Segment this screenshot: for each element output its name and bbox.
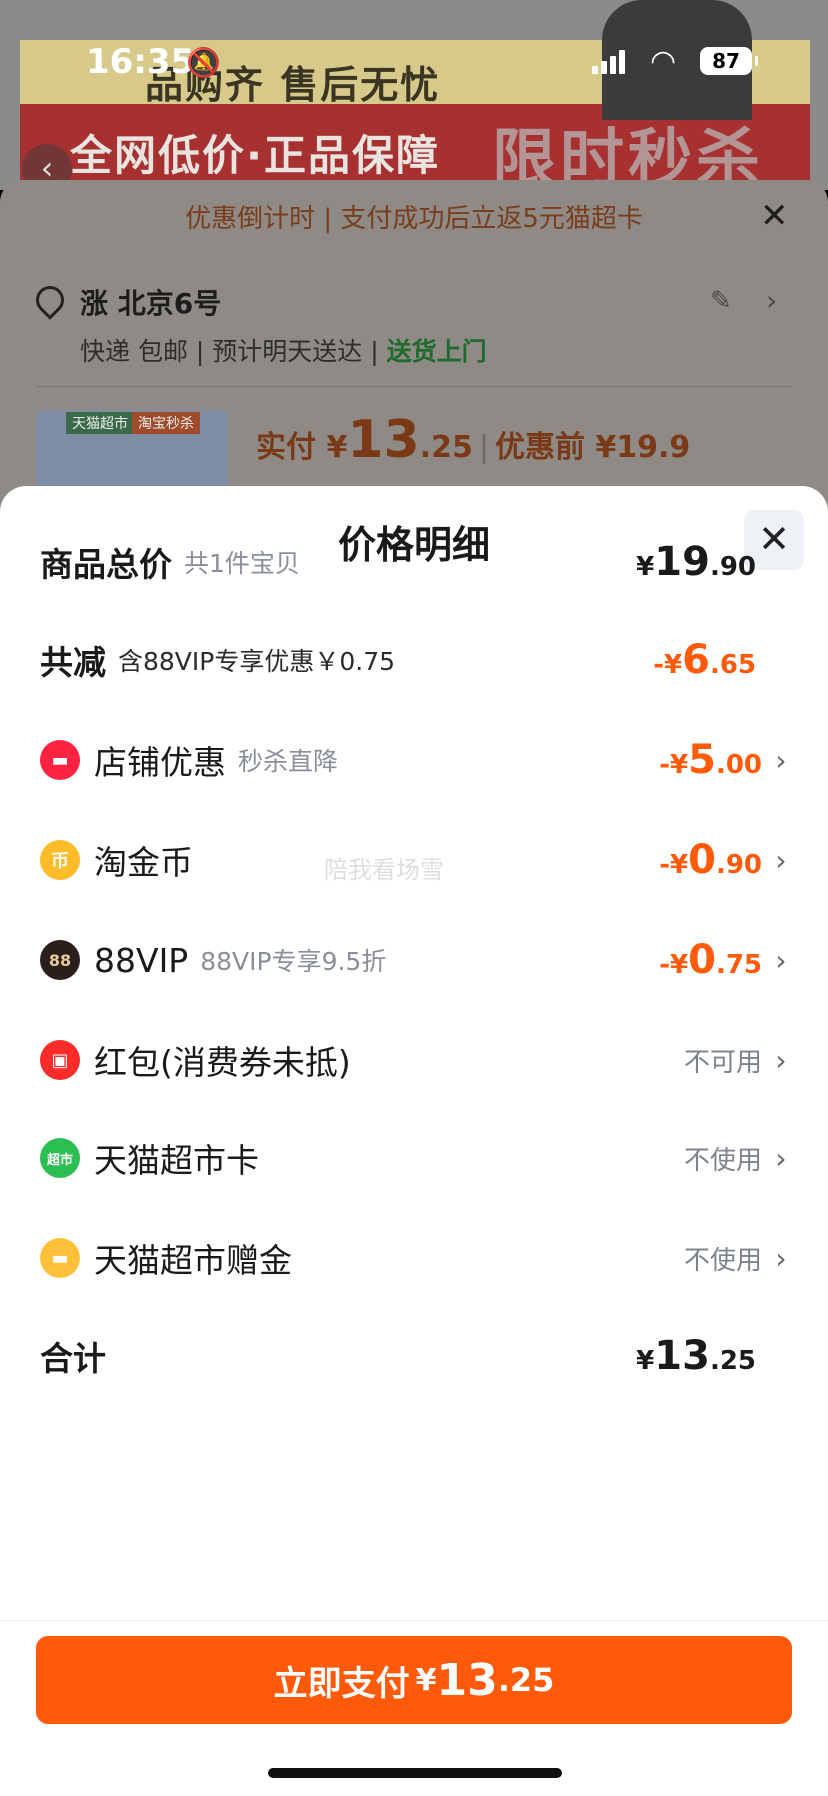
home-indicator[interactable] [268, 1768, 562, 1778]
mute-bell-icon: 🔕 [186, 46, 221, 79]
chevron-right-icon: › [775, 943, 787, 977]
total-label: 合计 [40, 1339, 106, 1378]
vip88-row[interactable]: 88 88VIP 88VIP专享9.5折 -¥0.75 › [40, 930, 790, 990]
tmall-gift-status: 不使用 [683, 1245, 762, 1276]
footer-divider [0, 1620, 828, 1621]
banner-big-text: 限时秒杀 [492, 123, 764, 190]
shop-icon: ▬ [40, 740, 80, 780]
red-packet-status: 不可用 [683, 1047, 762, 1078]
product-tag-tmall: 天猫超市 [66, 412, 134, 434]
delivery-type: 送货上门 [386, 337, 487, 366]
paid-int: 13 [347, 410, 420, 470]
discount-total-note: 含88VIP专享优惠￥0.75 [118, 647, 396, 676]
shipping-eta: 预计明天送达 [212, 337, 363, 366]
tmall-card-label: 天猫超市卡 [94, 1141, 259, 1180]
pay-label: 立即支付 [273, 1663, 410, 1704]
tmall-gift-row[interactable]: ▬ 天猫超市赠金 不使用 › [40, 1228, 790, 1288]
total-amount: ¥13.25 [636, 1333, 756, 1379]
total-row: 合计 ¥13.25 [40, 1326, 790, 1386]
before-price: 优惠前 ¥19.9 [494, 430, 691, 465]
red-packet-icon: ▣ [40, 1040, 80, 1080]
chevron-right-icon: › [775, 743, 787, 777]
battery-indicator: 87 [700, 47, 758, 75]
shop-discount-note: 秒杀直降 [238, 747, 339, 776]
product-price: 实付 ¥13.25 | 优惠前 ¥19.9 [256, 410, 691, 470]
cellular-signal-icon [592, 50, 626, 74]
promo-countdown: 优惠倒计时 | 支付成功后立返5元猫超卡 [185, 204, 643, 234]
paid-dec: .25 [419, 430, 473, 465]
banner-main-text: 全网低价·正品保障 [70, 131, 440, 180]
chevron-right-icon: › [775, 843, 787, 877]
product-tag-flash: 淘宝秒杀 [132, 412, 200, 434]
shop-discount-row[interactable]: ▬ 店铺优惠 秒杀直降 -¥5.00 › [40, 730, 790, 790]
taojinbi-label: 淘金币 [94, 843, 193, 882]
red-packet-row[interactable]: ▣ 红包(消费券未抵) 不可用 › [40, 1030, 790, 1090]
pay-now-button[interactable]: 立即支付 ¥ 13 .25 [36, 1636, 792, 1724]
wifi-icon: ◠ [650, 44, 677, 79]
shipping-info: 快递 包邮 | 预计明天送达 | 送货上门 [80, 337, 487, 366]
discount-total-row: 共减 含88VIP专享优惠￥0.75 -¥6.65 [40, 630, 790, 690]
gift-money-icon: ▬ [40, 1238, 80, 1278]
discount-total-amount: -¥6.65 [653, 637, 756, 683]
shipping-method: 快递 包邮 [80, 337, 188, 366]
taojinbi-row[interactable]: 币 淘金币 -¥0.90 › [40, 830, 790, 890]
supermarket-card-icon: 超市 [40, 1138, 80, 1178]
pay-dec: .25 [497, 1661, 555, 1699]
pay-currency: ¥ [415, 1662, 437, 1698]
chevron-right-icon: › [775, 1043, 787, 1077]
status-time: 16:35 [86, 42, 195, 82]
banner-area: 品购齐 售后无忧 全网低价·正品保障 限时秒杀 ‹ [0, 0, 828, 190]
close-icon[interactable]: ✕ [760, 196, 789, 236]
paid-label: 实付 ¥ [256, 430, 348, 465]
chevron-right-icon[interactable]: › [766, 284, 777, 317]
shop-discount-label: 店铺优惠 [94, 743, 226, 782]
chevron-right-icon: › [775, 1141, 787, 1175]
chevron-right-icon: › [775, 1241, 787, 1275]
vip88-note: 88VIP专享9.5折 [200, 947, 387, 976]
taojinbi-amount: -¥0.90 [659, 837, 762, 883]
vip88-icon: 88 [40, 940, 80, 980]
tmall-card-status: 不使用 [683, 1145, 762, 1176]
subtotal-row: 商品总价 共1件宝贝 ¥19.90 [40, 532, 790, 592]
tmall-gift-label: 天猫超市赠金 [94, 1241, 292, 1280]
edit-icon[interactable]: ✎ [710, 286, 732, 316]
vip88-amount: -¥0.75 [659, 937, 762, 983]
discount-total-label: 共减 [40, 643, 106, 682]
divider [36, 386, 792, 387]
red-packet-label: 红包(消费券未抵) [94, 1043, 351, 1082]
pay-int: 13 [436, 1654, 498, 1706]
address-name[interactable]: 涨 北京6号 [80, 282, 221, 322]
tmall-card-row[interactable]: 超市 天猫超市卡 不使用 › [40, 1128, 790, 1188]
coin-icon: 币 [40, 840, 80, 880]
subtotal-label: 商品总价 [40, 545, 172, 584]
subtotal-count: 共1件宝贝 [184, 549, 300, 578]
shop-discount-amount: -¥5.00 [659, 737, 762, 783]
subtotal-amount: ¥19.90 [636, 539, 756, 585]
vip88-label: 88VIP [94, 940, 189, 980]
